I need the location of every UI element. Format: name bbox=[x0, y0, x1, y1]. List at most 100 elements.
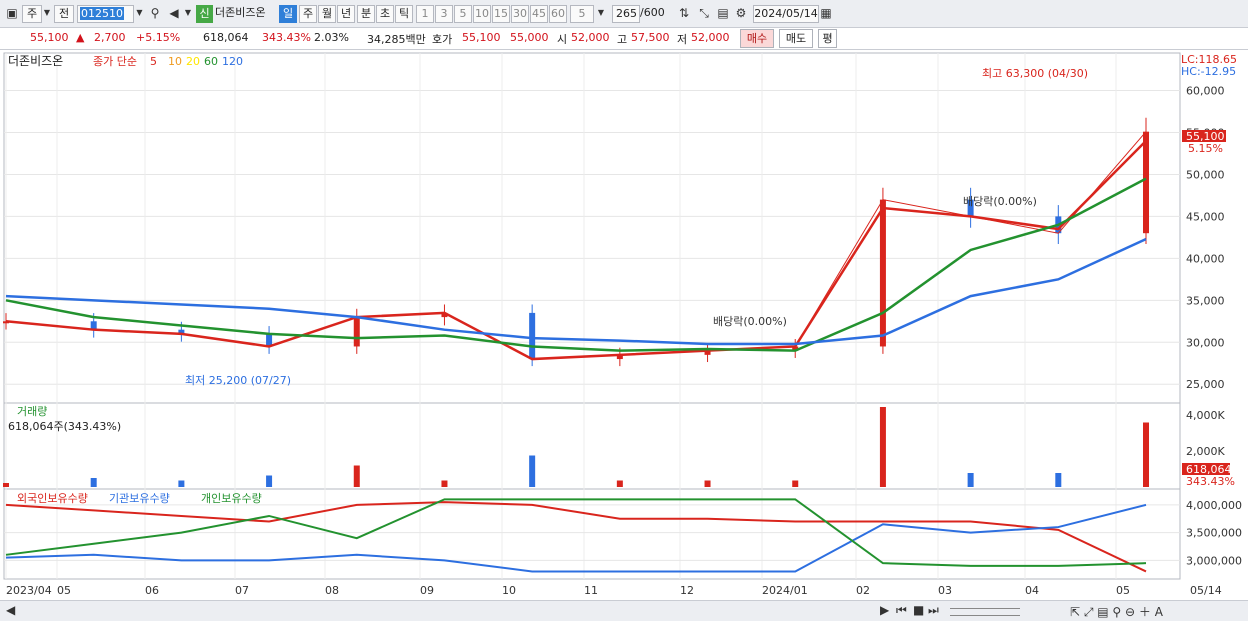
high-label: 고 bbox=[617, 33, 628, 46]
tab-minute[interactable]: 분 bbox=[357, 5, 375, 23]
volume-ratio: 343.43% bbox=[262, 31, 311, 44]
interval-5[interactable]: 5 bbox=[454, 5, 472, 23]
code-input[interactable]: 012510 bbox=[77, 5, 134, 23]
volume-bar bbox=[178, 480, 185, 487]
interval-60[interactable]: 60 bbox=[549, 5, 567, 23]
volume-bar bbox=[1143, 422, 1149, 487]
volume-bar bbox=[266, 475, 273, 487]
bottom-nav: ◀ ▶ ⏮ ■ ⏭ ⇱ ⤢ ▤ ⚲ ⊖ ＋ A bbox=[0, 600, 1248, 621]
x-tick-label: 10 bbox=[502, 584, 516, 597]
ma-period: 120 bbox=[222, 55, 243, 68]
forward-icon[interactable]: ⏭ bbox=[928, 603, 939, 618]
y-tick-label: 30,000 bbox=[1186, 336, 1225, 349]
ma-period: 60 bbox=[204, 55, 218, 68]
scroll-right-icon[interactable]: ▶ bbox=[880, 603, 889, 617]
interval-45[interactable]: 45 bbox=[530, 5, 548, 23]
vol-tick-1: 4,000K bbox=[1186, 409, 1225, 422]
scroll-left-icon[interactable]: ◀ bbox=[6, 603, 15, 617]
volume-bar bbox=[704, 480, 711, 487]
y-tick-label: 50,000 bbox=[1186, 168, 1225, 181]
holding-legend: 기관보유수량 bbox=[109, 492, 170, 505]
credit-badge: 신 bbox=[196, 5, 213, 23]
hold-tick-label: 3,500,000 bbox=[1186, 527, 1242, 540]
hold-tick-label: 3,000,000 bbox=[1186, 554, 1242, 567]
x-tick-label: 03 bbox=[938, 584, 952, 597]
turnover: 2.03% bbox=[314, 31, 349, 44]
x-tick-label: 05/14 bbox=[1190, 584, 1222, 597]
volume-bar bbox=[792, 480, 799, 487]
volume-bar bbox=[529, 455, 536, 487]
save-icon[interactable]: ▤ bbox=[715, 5, 731, 23]
search-icon[interactable]: ⚲ bbox=[147, 5, 163, 23]
interval-15[interactable]: 15 bbox=[492, 5, 510, 23]
interval-10[interactable]: 10 bbox=[473, 5, 491, 23]
interval-1[interactable]: 1 bbox=[416, 5, 434, 23]
hold-tick-label: 4,000,000 bbox=[1186, 499, 1242, 512]
x-tick-label: 07 bbox=[235, 584, 249, 597]
candle-body bbox=[353, 317, 360, 347]
annot-div2: 배당락(0.00%) bbox=[963, 195, 1037, 208]
ma-period: 5 bbox=[150, 55, 157, 68]
tab-tick[interactable]: 틱 bbox=[395, 5, 413, 23]
code-dropdown-icon[interactable]: ▼ bbox=[134, 5, 145, 23]
up-arrow-icon: ▲ bbox=[76, 31, 85, 44]
stop-icon[interactable]: ■ bbox=[913, 603, 924, 617]
speaker-icon[interactable]: ◀ bbox=[166, 5, 182, 23]
bid-label: 호가 bbox=[432, 33, 453, 46]
open-label: 시 bbox=[557, 33, 568, 46]
x-tick-label: 02 bbox=[856, 584, 870, 597]
ma-label: 종가 단순 bbox=[93, 55, 137, 68]
chart-stock-name: 더존비즈온 bbox=[8, 54, 63, 68]
x-tick-label: 05 bbox=[1116, 584, 1130, 597]
volume-bar bbox=[441, 480, 448, 487]
volume-bar bbox=[967, 473, 974, 487]
rewind-icon[interactable]: ⏮ bbox=[896, 603, 907, 618]
tab-month[interactable]: 월 bbox=[318, 5, 336, 23]
annot-low: 최저 25,200 (07/27) bbox=[185, 374, 291, 387]
x-tick-label: 06 bbox=[145, 584, 159, 597]
tab-week[interactable]: 주 bbox=[299, 5, 317, 23]
sell-button[interactable]: 매도 bbox=[779, 29, 813, 48]
count-input[interactable]: 265 bbox=[612, 5, 640, 23]
high-price: 57,500 bbox=[631, 31, 670, 44]
menu-icon[interactable]: ▣ bbox=[4, 5, 20, 23]
tab-day[interactable]: 일 bbox=[279, 5, 297, 23]
draw-tool-icon[interactable]: ⤡ bbox=[696, 5, 712, 23]
ma-period: 20 bbox=[186, 55, 200, 68]
interval-input[interactable]: 5 bbox=[570, 5, 594, 23]
low-price: 52,000 bbox=[691, 31, 730, 44]
price-change-pct: +5.15% bbox=[136, 31, 181, 44]
chart-svg[interactable]: 60,00055,00050,00045,00040,00035,00030,0… bbox=[0, 51, 1248, 601]
holding-legend: 외국인보유수량 bbox=[17, 492, 88, 505]
tab-second[interactable]: 초 bbox=[376, 5, 394, 23]
volume: 618,064 bbox=[203, 31, 249, 44]
market-select[interactable]: 주 bbox=[22, 5, 42, 23]
stock-name: 더존비즈온 bbox=[215, 6, 266, 19]
toolbar-tools-icon[interactable]: ⇱ ⤢ ▤ ⚲ ⊖ ＋ A bbox=[1070, 603, 1163, 620]
date-input[interactable]: 2024/05/14 bbox=[753, 5, 819, 23]
chevron-down-icon-2[interactable]: ▼ bbox=[183, 5, 193, 23]
eval-button[interactable]: 평 bbox=[818, 29, 837, 48]
interval-3[interactable]: 3 bbox=[435, 5, 453, 23]
tab-year[interactable]: 년 bbox=[337, 5, 355, 23]
x-tick-label: 11 bbox=[584, 584, 598, 597]
calendar-icon[interactable]: ▦ bbox=[819, 5, 833, 23]
code-text: 012510 bbox=[80, 7, 124, 20]
compare-icon[interactable]: ⇅ bbox=[676, 5, 692, 23]
interval-dropdown-icon[interactable]: ▼ bbox=[595, 5, 607, 23]
open-price: 52,000 bbox=[571, 31, 610, 44]
volume-value: 618,064주(343.43%) bbox=[8, 420, 121, 433]
interval-30[interactable]: 30 bbox=[511, 5, 529, 23]
x-tick-label: 08 bbox=[325, 584, 339, 597]
zoom-slider[interactable] bbox=[950, 608, 1020, 616]
y-tick-label: 40,000 bbox=[1186, 252, 1225, 265]
buy-button[interactable]: 매수 bbox=[740, 29, 774, 48]
prev-button[interactable]: 전 bbox=[54, 5, 74, 23]
volume-bar bbox=[90, 478, 97, 487]
current-price: 55,100 bbox=[30, 31, 69, 44]
chart-area[interactable]: 60,00055,00050,00045,00040,00035,00030,0… bbox=[0, 51, 1248, 601]
gear-icon[interactable]: ⚙ bbox=[733, 5, 749, 23]
volume-bar bbox=[353, 465, 360, 487]
chevron-down-icon[interactable]: ▼ bbox=[42, 5, 52, 23]
count-total: /600 bbox=[640, 6, 665, 19]
